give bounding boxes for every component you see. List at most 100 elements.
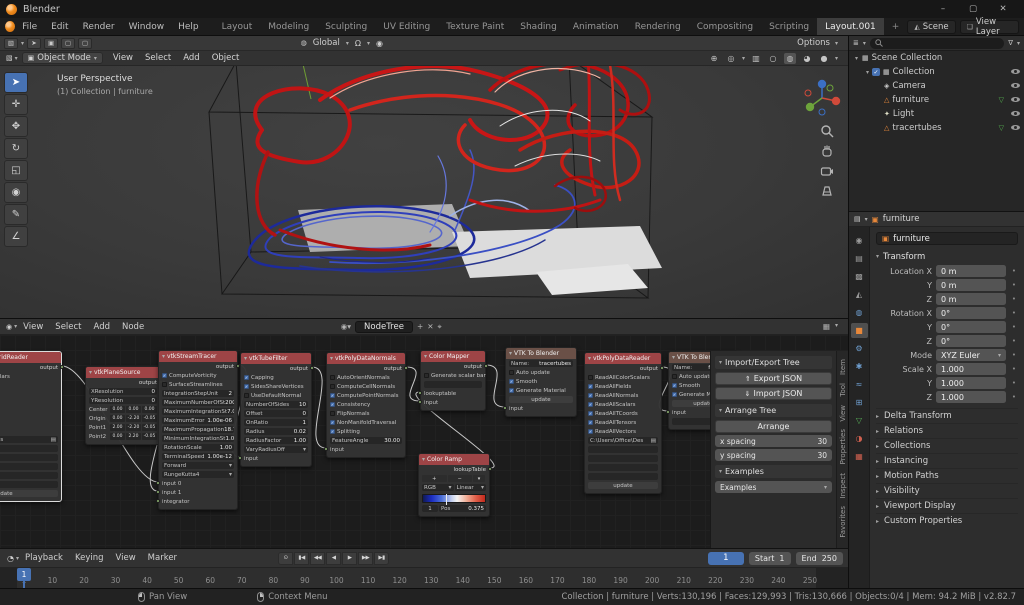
workspace-tab-modeling[interactable]: Modeling [260,18,317,35]
playhead[interactable]: 1 [17,568,31,581]
node-file-field[interactable]: C:\Users\Office\Des▤ [585,436,661,445]
workspace-tab-layout-001[interactable]: Layout.001 [817,18,884,35]
node-snap-caret-icon[interactable]: ▾ [835,322,838,331]
workspace-tab-compositing[interactable]: Compositing [689,18,761,35]
node-checkbox[interactable]: ✓Smooth [506,377,576,386]
node-checkbox[interactable]: FlipNormals [327,409,405,418]
node-output-socket[interactable]: output [421,362,485,371]
outliner-item-label[interactable]: furniture [892,95,929,105]
node-empty-field[interactable] [585,472,661,481]
node-field[interactable]: MaximumIntegrationSt7.00 [159,407,237,416]
properties-tab-particles[interactable]: ✱ [851,359,868,374]
properties-tab-object-data[interactable]: ▽ [851,413,868,428]
workspace-tab-scripting[interactable]: Scripting [761,18,817,35]
tweak-tool[interactable]: ➤ [4,72,28,93]
node-checkbox[interactable]: ReadAllTCoords [0,408,61,417]
value-field[interactable]: 0° [936,321,1006,333]
panel-relations[interactable]: ▸Relations [876,423,1018,438]
node-checkbox[interactable]: ComputeCellNormals [327,382,405,391]
node-checkbox[interactable]: ✓ReadAllTensors [585,418,661,427]
outliner-item-label[interactable]: Collection [893,67,935,77]
node-output-socket[interactable]: output [0,363,61,372]
properties-tab-object[interactable]: ■ [851,323,868,338]
maximize-button[interactable]: ▢ [958,0,988,18]
node-vtkpolydatareader-7[interactable]: ▾vtkPolyDataReaderoutputReadAllColorScal… [584,352,662,494]
pan-hand-icon[interactable] [820,144,834,158]
animate-dot-icon[interactable]: • [1010,323,1018,331]
node-update-button[interactable]: update [506,395,576,404]
node-field[interactable]: YResolution0 [86,396,160,405]
node-empty-field[interactable] [421,380,485,389]
properties-tab-render[interactable]: ◉ [851,233,868,248]
viewport-editor-icon[interactable]: ▧ [4,54,15,62]
shading-solid-icon[interactable]: ◍ [784,53,796,64]
sidebar-tab-favorites[interactable]: Favorites [839,502,847,542]
node-input-socket[interactable]: input 1 [159,488,237,497]
unlink-nodetree-icon[interactable]: ✕ [427,322,433,331]
viewport-editor-caret-icon[interactable]: ▾ [15,55,18,62]
node-header[interactable]: ▾Color Ramp [419,454,489,465]
node-input-socket[interactable]: input [421,398,485,407]
move-tool[interactable]: ✥ [4,116,28,137]
add-workspace-button[interactable]: + [884,18,908,35]
disclosure-triangle-icon[interactable]: ▾ [863,69,872,76]
timeline-menu-view[interactable]: View [110,553,142,563]
node-vtk-to-blender-6[interactable]: ▾VTK To BlenderName:tracertubesAuto upda… [505,347,577,417]
node-header[interactable]: ▾vtkStreamTracer [159,351,237,362]
menu-render[interactable]: Render [76,18,122,35]
node-empty-field[interactable] [0,453,61,462]
start-frame-field[interactable]: Start1 [749,552,791,565]
outliner-item-label[interactable]: Scene Collection [872,53,943,63]
workspace-tab-animation[interactable]: Animation [565,18,627,35]
properties-editor-caret-icon[interactable]: ▾ [865,216,868,223]
node-input-socket[interactable]: input [241,454,311,463]
sidebar-tab-view[interactable]: View [839,401,847,426]
node-enum[interactable]: VaryRadiusOff▾ [241,445,311,454]
perspective-toggle-icon[interactable] [820,184,834,198]
panel-collections[interactable]: ▸Collections [876,438,1018,453]
color-ramp-gradient[interactable] [419,492,489,504]
shading-material-icon[interactable]: ◕ [801,53,813,64]
node-empty-field[interactable] [585,463,661,472]
show-gizmo-icon[interactable]: ⊕ [708,53,720,64]
node-color-mapper-5[interactable]: ▾Color MapperoutputGenerate scalar barlo… [420,350,486,411]
options-label[interactable]: Options [797,38,830,48]
node-field[interactable]: MinimumIntegrationSt1.00e-02 [159,434,237,443]
value-field[interactable]: 0 m [936,293,1006,305]
timeline-menu-playback[interactable]: Playback [19,553,69,563]
sidebar-tab-inspect[interactable]: Inspect [839,469,847,503]
select-mode-new-icon[interactable]: ▣ [44,38,58,49]
timeline-ruler[interactable]: 1 11020304050607080901001101201301401501… [0,568,848,588]
nodetree-name[interactable]: NodeTree [355,321,413,333]
current-frame-field[interactable]: 1 [708,552,744,565]
node-checkbox[interactable]: AutoOrientNormals [327,373,405,382]
outliner-item-label[interactable]: Camera [892,81,925,91]
shading-caret-icon[interactable]: ▾ [835,55,838,62]
close-button[interactable]: ✕ [988,0,1018,18]
hide-in-viewport-eye-icon[interactable] [1011,123,1020,133]
node-output-socket[interactable]: output [241,364,311,373]
transform-panel-header[interactable]: ▾Transform [876,249,1018,264]
overlays-caret-icon[interactable]: ▾ [742,55,745,62]
menu-edit[interactable]: Edit [44,18,75,35]
play-reverse-button[interactable]: ◀ [326,552,341,565]
outliner[interactable]: ≣ ▾ ∇ ▾ ▾▦Scene Collection▾✓▦Collection◈… [849,36,1024,212]
node-checkbox[interactable]: ✓ReadAllVectors [585,427,661,436]
menu-file[interactable]: File [15,18,44,35]
editor-type-caret-icon[interactable]: ▾ [21,40,24,47]
node-field[interactable]: IntegrationStepUnit2 [159,389,237,398]
blender-menu-icon[interactable] [5,21,15,32]
ramp-position-row[interactable]: 1Pos0.375 [419,504,489,513]
properties-tab-view-layer[interactable]: ▩ [851,269,868,284]
snap-magnet-icon[interactable]: Ω [355,39,361,48]
transform-tool[interactable]: ◉ [4,182,28,203]
panel-motion-paths[interactable]: ▸Motion Paths [876,468,1018,483]
editor-type-icon[interactable]: ▧ [4,38,18,49]
node-file-field[interactable]: C:\Users\Office\Des▤ [0,435,61,444]
orientation-value[interactable]: Global [313,38,340,48]
select-mode-subtract-icon[interactable]: ▢ [78,38,92,49]
node-input-socket[interactable]: input [327,445,405,454]
node-snap-icon[interactable]: ▦ [823,322,830,331]
node-enum[interactable]: RungeKutta4▾ [159,470,237,479]
node-menu-view[interactable]: View [17,322,49,332]
